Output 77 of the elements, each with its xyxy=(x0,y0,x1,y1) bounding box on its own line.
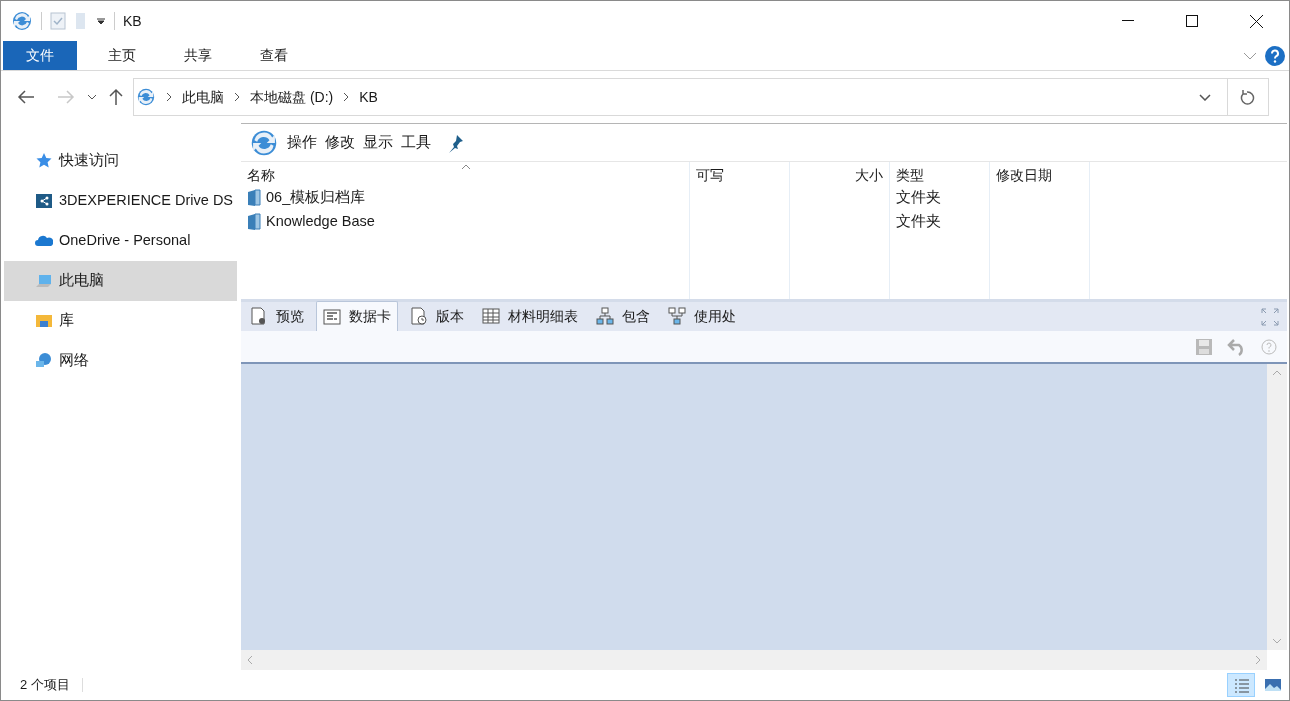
address-bar[interactable]: 此电脑 本地磁盘 (D:) KB xyxy=(133,78,1269,116)
preview-icon xyxy=(250,307,268,325)
list-icon xyxy=(1232,676,1250,694)
forward-arrow-icon[interactable] xyxy=(57,90,75,104)
ribbon-tab[interactable]: 主页 xyxy=(91,41,153,70)
version-icon xyxy=(410,307,428,325)
hierarchy-icon xyxy=(596,307,614,325)
minimize-icon xyxy=(1122,20,1134,22)
column-header[interactable]: 名称 xyxy=(247,165,275,186)
image-icon xyxy=(1264,676,1282,694)
chevron-right-icon[interactable] xyxy=(343,92,350,102)
hierarchy-icon xyxy=(668,307,686,325)
network-icon xyxy=(35,352,53,370)
menu-item[interactable]: 操作 xyxy=(287,131,317,154)
scroll-up-icon[interactable] xyxy=(1272,370,1282,376)
breadcrumb-item[interactable]: 此电脑 xyxy=(182,86,224,108)
sidebar-item[interactable]: 3DEXPERIENCE Drive DS xyxy=(4,181,237,221)
window-title: KB xyxy=(123,11,142,31)
back-arrow-icon[interactable] xyxy=(17,90,35,104)
folder-icon xyxy=(247,189,261,207)
vertical-scrollbar[interactable] xyxy=(1267,364,1287,650)
ribbon-tab[interactable]: 文件 xyxy=(3,41,77,70)
scroll-left-icon[interactable] xyxy=(247,655,253,665)
sync-icon[interactable] xyxy=(11,10,33,32)
panel-tab[interactable]: 预览 xyxy=(244,301,310,331)
sidebar-item[interactable]: 网络 xyxy=(4,341,237,381)
expand-icon[interactable] xyxy=(1261,307,1279,326)
properties-icon[interactable] xyxy=(50,12,66,30)
file-name[interactable]: 06_模板归档库 xyxy=(266,187,366,209)
sidebar-item[interactable]: 快速访问 xyxy=(4,141,237,181)
column-header[interactable]: 大小 xyxy=(855,165,883,186)
sort-caret-icon[interactable] xyxy=(461,164,471,170)
status-text: 2 个项目 xyxy=(20,676,70,695)
panel-tab[interactable]: 使用处 xyxy=(662,301,742,331)
table-cell-text: 文件夹 xyxy=(896,188,941,208)
chevron-down-icon[interactable] xyxy=(1199,93,1211,101)
folder-icon xyxy=(247,213,261,231)
table-icon xyxy=(482,307,500,325)
ribbon-tab[interactable]: 共享 xyxy=(167,41,229,70)
ribbon-tab[interactable]: 查看 xyxy=(243,41,305,70)
refresh-icon[interactable] xyxy=(1240,89,1256,105)
sidebar-item[interactable]: 此电脑 xyxy=(4,261,237,301)
save-icon[interactable] xyxy=(1195,337,1213,356)
chevron-right-icon[interactable] xyxy=(234,92,240,102)
sync-icon xyxy=(136,87,156,107)
library-icon xyxy=(35,312,53,330)
chevron-down-icon[interactable] xyxy=(87,94,97,100)
menu-item[interactable]: 工具 xyxy=(401,131,431,154)
breadcrumb-item[interactable]: 本地磁盘 (D:) xyxy=(250,86,334,108)
menu-item[interactable]: 显示 xyxy=(363,131,393,154)
panel-tab[interactable]: 材料明细表 xyxy=(476,301,584,331)
panel-tab[interactable]: 版本 xyxy=(404,301,470,331)
computer-icon xyxy=(35,272,53,290)
column-header[interactable]: 类型 xyxy=(896,165,924,186)
table-cell-text: 文件夹 xyxy=(896,212,941,232)
panel-tab[interactable]: 包含 xyxy=(590,301,656,331)
sidebar-item[interactable]: OneDrive - Personal xyxy=(4,221,237,261)
details-view-button[interactable] xyxy=(1227,673,1255,697)
maximize-icon xyxy=(1186,15,1198,27)
up-arrow-icon[interactable] xyxy=(109,88,123,106)
star-icon xyxy=(35,152,53,170)
drive-icon xyxy=(35,192,53,210)
close-icon xyxy=(1249,14,1263,28)
chevron-right-icon[interactable] xyxy=(166,92,172,102)
help-icon[interactable] xyxy=(1265,45,1285,66)
breadcrumb-item[interactable]: KB xyxy=(359,86,378,108)
column-header[interactable]: 修改日期 xyxy=(996,165,1052,186)
panel-tab[interactable]: 数据卡 xyxy=(316,301,398,331)
scroll-down-icon[interactable] xyxy=(1272,638,1282,644)
data-card-icon xyxy=(323,307,341,326)
menu-item[interactable]: 修改 xyxy=(325,131,355,154)
horizontal-scrollbar[interactable] xyxy=(241,650,1267,670)
column-header[interactable]: 可写 xyxy=(696,165,724,186)
dropdown-icon[interactable] xyxy=(96,16,106,26)
scroll-right-icon[interactable] xyxy=(1255,655,1261,665)
sidebar-item[interactable]: 库 xyxy=(4,301,237,341)
file-name[interactable]: Knowledge Base xyxy=(266,211,375,233)
